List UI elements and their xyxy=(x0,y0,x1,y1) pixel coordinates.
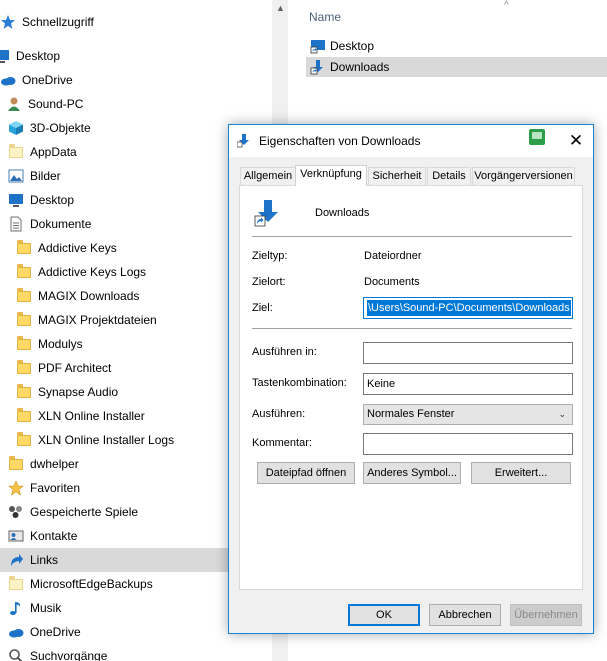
app-badge-icon xyxy=(529,129,545,145)
anderes-symbol-button[interactable]: Anderes Symbol... xyxy=(363,462,461,484)
nav-item-schnellzugriff[interactable]: Schnellzugriff xyxy=(0,10,272,34)
tab-allgemein[interactable]: Allgemein xyxy=(240,167,296,185)
folder-icon xyxy=(16,360,32,376)
erweitert-button[interactable]: Erweitert... xyxy=(471,462,571,484)
shortcut-downloads-icon xyxy=(254,198,282,228)
zielort-label: Zielort: xyxy=(252,276,286,288)
shortcut-downloads-icon xyxy=(310,59,326,75)
column-header-name[interactable]: Name xyxy=(309,10,341,24)
ziel-label: Ziel: xyxy=(252,302,273,314)
games-icon xyxy=(8,504,24,520)
sort-ascending-icon: ^ xyxy=(504,0,509,11)
tastenkombination-label: Tastenkombination: xyxy=(252,377,347,389)
dialog-title: Eigenschaften von Downloads xyxy=(259,134,421,148)
folder-icon xyxy=(16,432,32,448)
folder-icon xyxy=(8,456,24,472)
user-icon xyxy=(6,96,22,112)
separator xyxy=(252,328,572,329)
folder-icon xyxy=(8,144,24,160)
tab-verknuepfung[interactable]: Verknüpfung xyxy=(295,165,367,186)
zieltyp-value: Dateiordner xyxy=(364,250,422,262)
folder-icon xyxy=(16,288,32,304)
ausfuehren-label: Ausführen: xyxy=(252,408,306,420)
folder-icon xyxy=(16,240,32,256)
uebernehmen-button[interactable]: Übernehmen xyxy=(510,604,582,626)
desktop-icon xyxy=(8,192,24,208)
file-item-desktop[interactable]: Desktop xyxy=(306,36,607,56)
file-item-label: Desktop xyxy=(330,39,375,53)
tab-details[interactable]: Details xyxy=(427,167,471,185)
contacts-icon xyxy=(8,528,24,544)
folder-icon xyxy=(16,336,32,352)
ok-button[interactable]: OK xyxy=(348,604,420,626)
dialog-titlebar[interactable]: Eigenschaften von Downloads ✕ xyxy=(229,125,593,157)
properties-dialog: Eigenschaften von Downloads ✕ Allgemein … xyxy=(228,124,594,634)
kommentar-label: Kommentar: xyxy=(252,437,312,449)
cube-icon xyxy=(8,120,24,136)
shortcut-downloads-icon xyxy=(236,134,251,148)
separator xyxy=(252,236,572,237)
tastenkombination-input[interactable]: Keine xyxy=(363,373,573,395)
close-button[interactable]: ✕ xyxy=(559,125,593,157)
ausfuehren-select-value: Normales Fenster xyxy=(367,408,455,420)
ausfuehren-select[interactable]: Normales Fenster ⌄ xyxy=(363,404,573,425)
shortcut-folder-icon xyxy=(310,38,326,54)
folder-icon xyxy=(16,264,32,280)
ausfuehren-in-label: Ausführen in: xyxy=(252,346,317,358)
document-icon xyxy=(8,216,24,232)
close-icon: ✕ xyxy=(568,131,584,150)
cloud-icon xyxy=(8,624,24,640)
scroll-up-arrow-icon[interactable]: ▲ xyxy=(272,0,288,17)
link-icon xyxy=(8,552,24,568)
cloud-icon xyxy=(0,72,16,88)
tab-panel-verknuepfung: Downloads Zieltyp: Dateiordner Zielort: … xyxy=(239,185,583,590)
kommentar-input[interactable] xyxy=(363,433,573,455)
ziel-input[interactable]: \Users\Sound-PC\Documents\Downloads xyxy=(363,297,573,319)
search-icon xyxy=(8,648,24,661)
tab-sicherheit[interactable]: Sicherheit xyxy=(368,167,426,185)
folder-icon xyxy=(16,408,32,424)
file-item-downloads[interactable]: Downloads xyxy=(306,57,607,77)
dateipfad-oeffnen-button[interactable]: Dateipfad öffnen xyxy=(257,462,355,484)
pictures-icon xyxy=(8,168,24,184)
nav-item-sound-pc[interactable]: Sound-PC xyxy=(6,92,278,116)
nav-item-desktop[interactable]: Desktop xyxy=(0,44,266,68)
folder-icon xyxy=(16,312,32,328)
nav-item-suchvorgaenge[interactable]: Suchvorgänge xyxy=(8,644,280,661)
music-icon xyxy=(8,600,24,616)
chevron-down-icon: ⌄ xyxy=(558,409,566,419)
tab-vorgaengerversionen[interactable]: Vorgängerversionen xyxy=(472,167,575,185)
zieltyp-label: Zieltyp: xyxy=(252,250,288,262)
desktop-icon xyxy=(0,48,10,64)
star-icon xyxy=(0,14,16,30)
zielort-value: Documents xyxy=(364,276,420,288)
abbrechen-button[interactable]: Abbrechen xyxy=(429,604,501,626)
shortcut-name: Downloads xyxy=(315,207,370,219)
star-icon xyxy=(8,480,24,496)
nav-item-onedrive[interactable]: OneDrive xyxy=(0,68,272,92)
ziel-value-selected: \Users\Sound-PC\Documents\Downloads xyxy=(367,300,571,316)
file-item-label: Downloads xyxy=(330,60,390,74)
folder-icon xyxy=(8,576,24,592)
folder-icon xyxy=(16,384,32,400)
ausfuehren-in-input[interactable] xyxy=(363,342,573,364)
